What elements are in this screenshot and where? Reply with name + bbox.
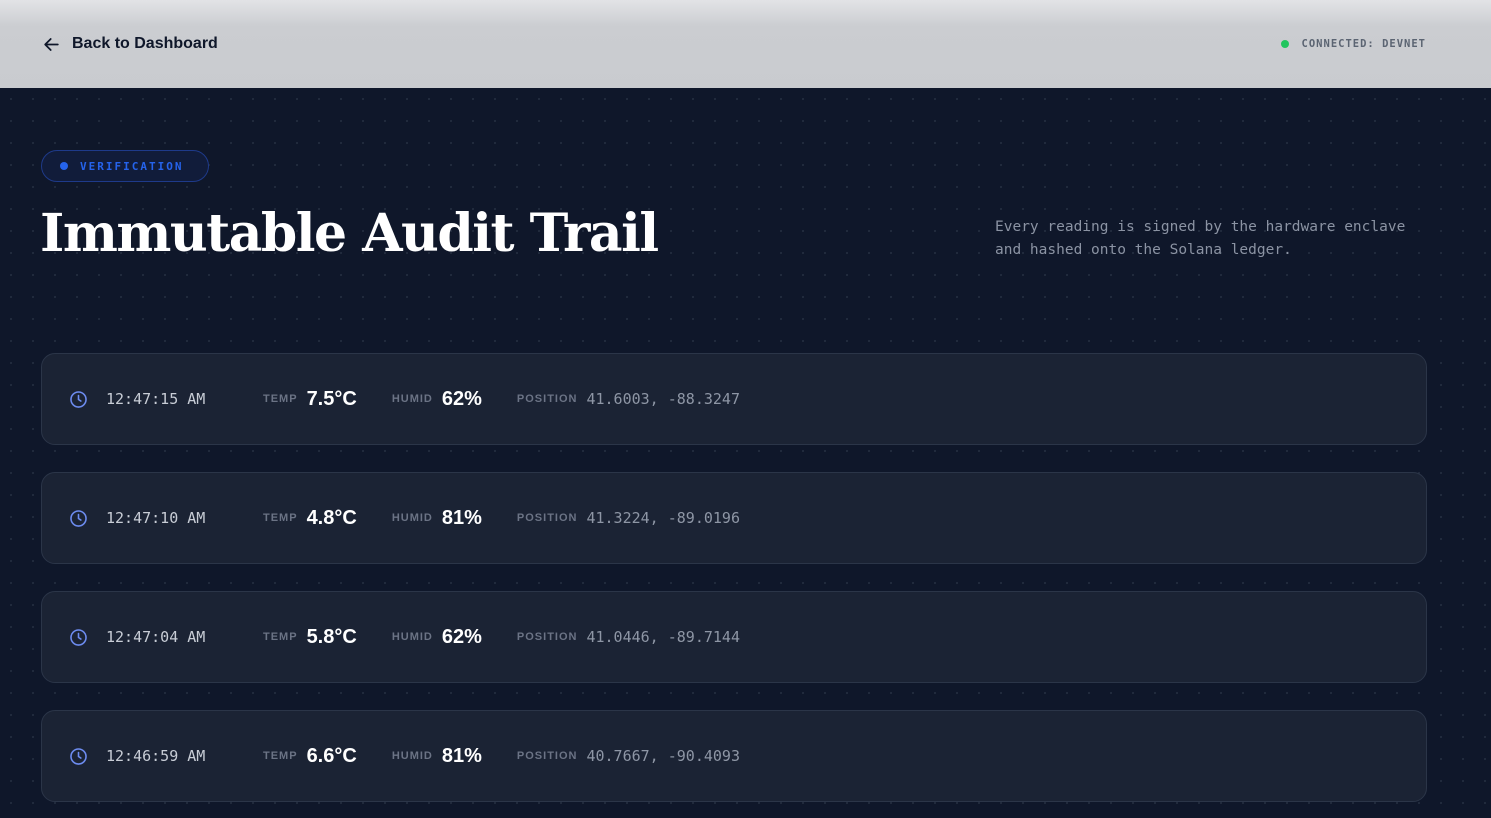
temp-value: 5.8°C	[306, 625, 357, 648]
clock-icon	[70, 628, 87, 646]
arrow-left-icon	[44, 37, 59, 51]
humid-value: 62%	[441, 625, 482, 648]
status-dot-icon	[1280, 40, 1289, 48]
temp-label: TEMP	[263, 393, 298, 405]
clock-icon	[70, 747, 87, 765]
humid-label: HUMID	[391, 631, 433, 643]
main-content: VERIFICATION Immutable Audit Trail Every…	[0, 88, 1491, 818]
humid-value: 81%	[441, 744, 482, 767]
position-label: POSITION	[516, 750, 578, 762]
back-label: Back to Dashboard	[72, 35, 218, 52]
reading-time: 12:47:15 AM	[106, 390, 206, 408]
reading-time: 12:46:59 AM	[106, 747, 206, 765]
reading-row[interactable]: 12:47:04 AM TEMP 5.8°C HUMID 62% POSITIO…	[41, 591, 1427, 683]
position-value: 41.6003, -88.3247	[586, 390, 740, 408]
back-to-dashboard-link[interactable]: Back to Dashboard	[42, 35, 218, 54]
position-label: POSITION	[516, 393, 578, 405]
temp-value: 7.5°C	[306, 387, 357, 410]
reading-row[interactable]: 12:47:10 AM TEMP 4.8°C HUMID 81% POSITIO…	[41, 472, 1427, 564]
page-subtitle: Every reading is signed by the hardware …	[995, 219, 1406, 258]
humid-value: 62%	[441, 387, 482, 410]
humid-label: HUMID	[391, 512, 433, 524]
humid-label: HUMID	[391, 750, 433, 762]
badge-dot-icon	[60, 162, 68, 170]
temp-label: TEMP	[263, 512, 298, 524]
position-label: POSITION	[516, 631, 578, 643]
section-badge: VERIFICATION	[41, 150, 209, 182]
position-value: 41.0446, -89.7144	[586, 628, 740, 646]
reading-time: 12:47:10 AM	[106, 509, 206, 527]
connection-status: CONNECTED: DEVNET	[1280, 38, 1426, 50]
position-value: 41.3224, -89.0196	[586, 509, 740, 527]
clock-icon	[70, 390, 87, 408]
reading-row[interactable]: 12:47:15 AM TEMP 7.5°C HUMID 62% POSITIO…	[41, 353, 1427, 445]
status-label: CONNECTED: DEVNET	[1301, 38, 1426, 50]
badge-label: VERIFICATION	[80, 159, 184, 173]
humid-value: 81%	[441, 506, 482, 529]
page-title: Immutable Audit Trail	[40, 203, 659, 264]
position-value: 40.7667, -90.4093	[586, 747, 740, 765]
clock-icon	[70, 509, 87, 527]
temp-value: 6.6°C	[306, 744, 357, 767]
reading-time: 12:47:04 AM	[106, 628, 206, 646]
reading-row[interactable]: 12:46:59 AM TEMP 6.6°C HUMID 81% POSITIO…	[41, 710, 1427, 802]
temp-label: TEMP	[263, 631, 298, 643]
temp-label: TEMP	[263, 750, 298, 762]
humid-label: HUMID	[391, 393, 433, 405]
position-label: POSITION	[516, 512, 578, 524]
top-bar: Back to Dashboard CONNECTED: DEVNET	[0, 0, 1491, 88]
temp-value: 4.8°C	[306, 506, 357, 529]
